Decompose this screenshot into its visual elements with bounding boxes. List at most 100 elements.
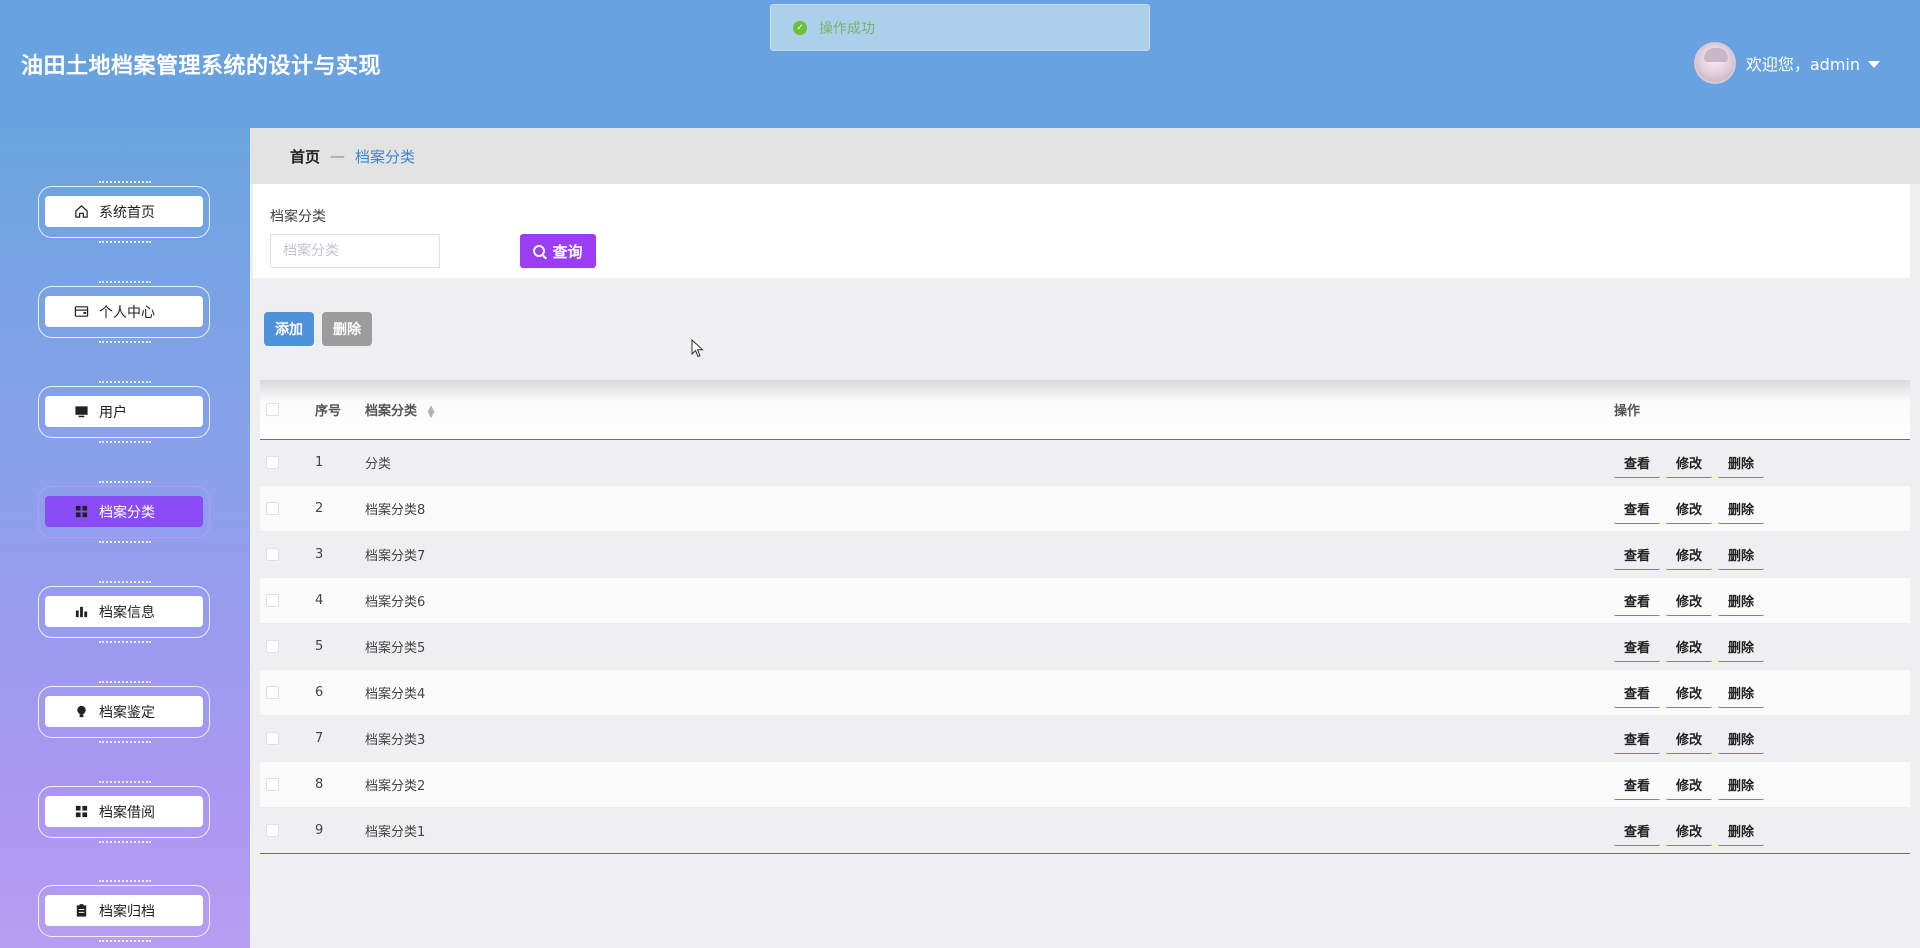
row-checkbox[interactable]	[266, 778, 279, 791]
sidebar-item-archive-category[interactable]: 档案分类	[38, 480, 210, 544]
search-button[interactable]: 查询	[520, 234, 596, 268]
sidebar-item-archive-borrow[interactable]: 档案借阅	[38, 780, 210, 844]
view-button[interactable]: 查看	[1614, 678, 1661, 708]
sidebar-item-archive-info[interactable]: 档案信息	[38, 580, 210, 644]
sidebar-item-home[interactable]: 系统首页	[38, 180, 210, 244]
row-name: 档案分类4	[365, 687, 426, 702]
edit-button[interactable]: 修改	[1666, 448, 1713, 478]
nav-pill[interactable]: 个人中心	[45, 296, 203, 327]
table-row: 2 档案分类8 查看 修改 删除	[260, 486, 1910, 532]
row-actions: 查看 修改 删除	[1614, 586, 1770, 616]
nav-pill[interactable]: 系统首页	[45, 196, 203, 227]
edit-button[interactable]: 修改	[1666, 540, 1713, 570]
row-checkbox[interactable]	[266, 594, 279, 607]
nav-pill[interactable]: 档案信息	[45, 596, 203, 627]
row-index: 8	[315, 777, 324, 792]
view-button[interactable]: 查看	[1614, 632, 1661, 662]
edit-button[interactable]: 修改	[1666, 632, 1713, 662]
row-index: 1	[315, 455, 324, 470]
table-row: 8 档案分类2 查看 修改 删除	[260, 762, 1910, 808]
edit-button[interactable]: 修改	[1666, 494, 1713, 524]
search-icon	[533, 245, 546, 257]
edit-button[interactable]: 修改	[1666, 770, 1713, 800]
view-button[interactable]: 查看	[1614, 494, 1661, 524]
row-checkbox[interactable]	[266, 502, 279, 515]
sidebar-item-archive-appraisal[interactable]: 档案鉴定	[38, 680, 210, 744]
row-index: 4	[315, 593, 324, 608]
user-menu[interactable]: 欢迎您，admin	[1693, 42, 1880, 84]
sort-icon[interactable]: ▲ ▼	[428, 404, 435, 419]
row-name: 档案分类7	[365, 549, 426, 564]
view-button[interactable]: 查看	[1614, 540, 1661, 570]
row-actions: 查看 修改 删除	[1614, 724, 1770, 754]
avatar[interactable]	[1693, 42, 1736, 84]
row-actions: 查看 修改 删除	[1614, 816, 1770, 846]
header-name[interactable]: 档案分类 ▲ ▼	[365, 400, 434, 419]
sidebar-item-label: 个人中心	[99, 304, 155, 321]
table-row: 3 档案分类7 查看 修改 删除	[260, 532, 1910, 578]
nav-pill[interactable]: 档案借阅	[45, 796, 203, 827]
delete-button[interactable]: 删除	[1718, 632, 1765, 662]
view-button[interactable]: 查看	[1614, 770, 1661, 800]
delete-button[interactable]: 删除	[1718, 724, 1765, 754]
row-actions: 查看 修改 删除	[1614, 678, 1770, 708]
delete-button[interactable]: 删除	[1718, 494, 1765, 524]
table-row: 4 档案分类6 查看 修改 删除	[260, 578, 1910, 624]
row-name: 档案分类5	[365, 641, 426, 656]
row-checkbox[interactable]	[266, 686, 279, 699]
view-button[interactable]: 查看	[1614, 724, 1661, 754]
check-circle-icon: ✓	[793, 20, 807, 35]
sidebar-item-users[interactable]: 用户	[38, 380, 210, 444]
delete-button[interactable]: 删除	[1718, 770, 1765, 800]
edit-button[interactable]: 修改	[1666, 586, 1713, 616]
row-name: 档案分类3	[365, 733, 426, 748]
app-title: 油田土地档案管理系统的设计与实现	[21, 54, 382, 79]
header-ops: 操作	[1614, 404, 1641, 419]
view-button[interactable]: 查看	[1614, 586, 1661, 616]
sidebar-item-profile[interactable]: 个人中心	[38, 280, 210, 344]
row-checkbox[interactable]	[266, 824, 279, 837]
grid-icon	[73, 804, 89, 820]
row-actions: 查看 修改 删除	[1614, 448, 1770, 478]
nav-pill[interactable]: 档案鉴定	[45, 696, 203, 727]
welcome-text[interactable]: 欢迎您，admin	[1746, 51, 1860, 75]
table-row: 9 档案分类1 查看 修改 删除	[260, 808, 1910, 854]
row-name: 档案分类6	[365, 595, 426, 610]
sidebar-item-archive-filing[interactable]: 档案归档	[38, 879, 210, 943]
breadcrumb: 首页 — 档案分类	[250, 128, 1920, 184]
monitor-icon	[73, 404, 89, 420]
nav-pill[interactable]: 用户	[45, 396, 203, 427]
table-row: 1 分类 查看 修改 删除	[260, 440, 1910, 486]
delete-button[interactable]: 删除	[1718, 540, 1765, 570]
row-name: 档案分类2	[365, 779, 426, 794]
search-input[interactable]	[270, 234, 440, 268]
row-checkbox[interactable]	[266, 732, 279, 745]
table-body: 1 分类 查看 修改 删除 2 档案分类8 查看 修改 删除 3 档案分类7 查看 修改 删除 4 档案分类6 查…	[260, 440, 1910, 854]
row-checkbox[interactable]	[266, 640, 279, 653]
nav-pill[interactable]: 档案分类	[45, 496, 203, 527]
nav-pill[interactable]: 档案归档	[45, 895, 203, 926]
select-all-checkbox[interactable]	[266, 403, 279, 416]
view-button[interactable]: 查看	[1614, 448, 1661, 478]
edit-button[interactable]: 修改	[1666, 724, 1713, 754]
row-checkbox[interactable]	[266, 456, 279, 469]
edit-button[interactable]: 修改	[1666, 816, 1713, 846]
row-checkbox[interactable]	[266, 548, 279, 561]
delete-button[interactable]: 删除	[1718, 448, 1765, 478]
edit-button[interactable]: 修改	[1666, 678, 1713, 708]
delete-button[interactable]: 删除	[1718, 816, 1765, 846]
bulk-delete-button[interactable]: 删除	[322, 312, 372, 346]
chevron-down-icon[interactable]	[1868, 60, 1880, 68]
sidebar-item-label: 档案分类	[99, 504, 155, 521]
delete-button[interactable]: 删除	[1718, 678, 1765, 708]
table-row: 6 档案分类4 查看 修改 删除	[260, 670, 1910, 716]
view-button[interactable]: 查看	[1614, 816, 1661, 846]
clipboard-icon	[73, 903, 89, 919]
breadcrumb-home[interactable]: 首页	[290, 146, 320, 167]
add-button[interactable]: 添加	[264, 312, 314, 346]
table-row: 5 档案分类5 查看 修改 删除	[260, 624, 1910, 670]
search-panel: 档案分类 查询	[253, 184, 1910, 278]
sidebar-item-label: 档案信息	[99, 604, 155, 621]
header-index: 序号	[315, 404, 342, 419]
delete-button[interactable]: 删除	[1718, 586, 1765, 616]
